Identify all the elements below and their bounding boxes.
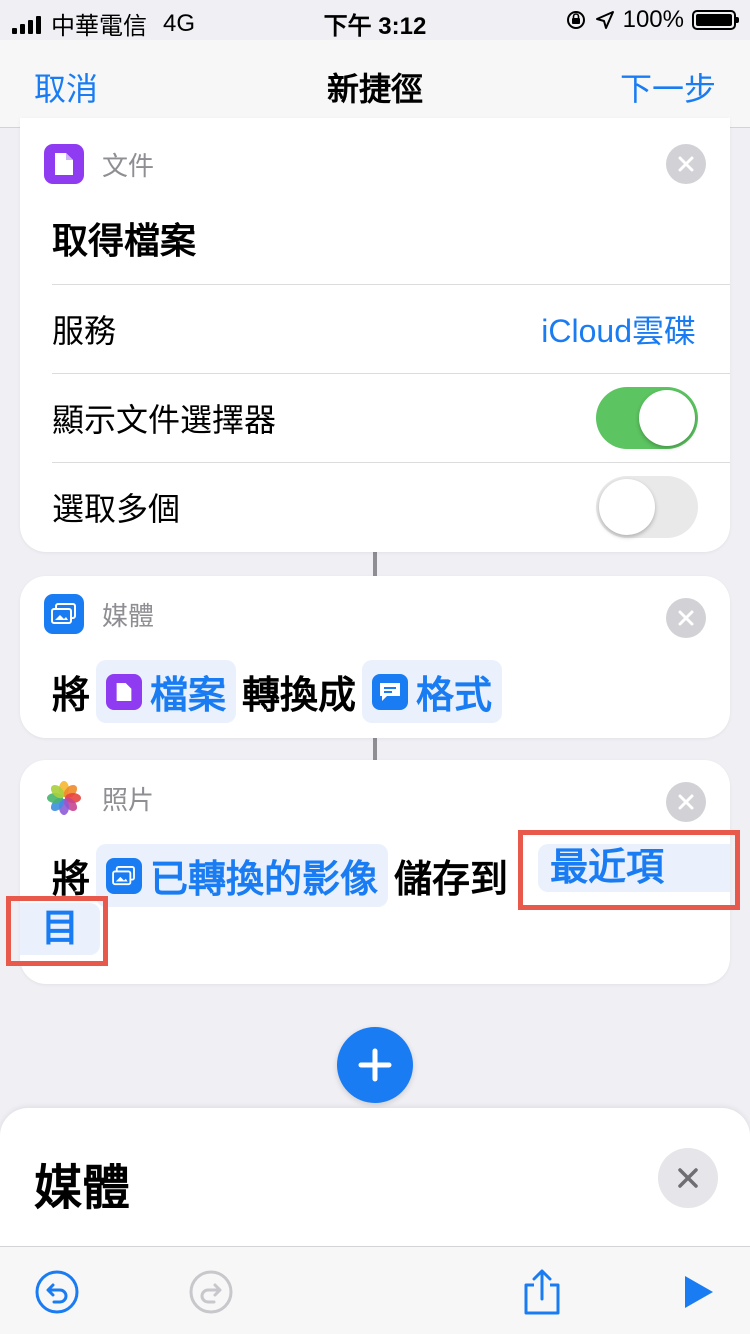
bottom-toolbar bbox=[0, 1246, 750, 1334]
next-button[interactable]: 下一步 bbox=[620, 64, 716, 110]
redo-icon bbox=[189, 1270, 233, 1314]
action-title: 取得檔案 bbox=[52, 220, 197, 261]
service-value[interactable]: iCloud雲碟 bbox=[541, 306, 696, 352]
show-document-picker-toggle[interactable] bbox=[596, 387, 698, 449]
select-multiple-row: 選取多個 bbox=[52, 462, 730, 551]
speech-bubble-icon bbox=[372, 673, 409, 710]
location-icon bbox=[595, 11, 614, 29]
battery-percent: 100% bbox=[622, 6, 684, 33]
media-icon bbox=[44, 594, 84, 634]
rotation-lock-icon bbox=[566, 11, 585, 29]
service-row[interactable]: 服務 iCloud雲碟 bbox=[52, 284, 730, 373]
media-icon bbox=[106, 857, 143, 894]
action-category: 文件 bbox=[102, 150, 155, 181]
share-button[interactable] bbox=[517, 1267, 567, 1317]
action-sentence: 將 檔案 轉換成 格式 bbox=[52, 660, 508, 723]
document-icon bbox=[106, 673, 143, 710]
sentence-text: 轉換成 bbox=[242, 675, 357, 717]
plus-icon bbox=[358, 1048, 392, 1082]
highlight-box bbox=[6, 896, 108, 966]
token-label: 格式 bbox=[416, 675, 493, 717]
run-button[interactable] bbox=[672, 1267, 722, 1317]
show-document-picker-row: 顯示文件選擇器 bbox=[52, 373, 730, 462]
undo-icon bbox=[35, 1270, 79, 1314]
redo-button[interactable] bbox=[186, 1267, 236, 1317]
action-card-get-file[interactable]: 文件 取得檔案 服務 iCloud雲碟 顯示文件選擇器 選取多個 bbox=[20, 118, 730, 552]
action-search-sheet[interactable]: 媒體 bbox=[0, 1108, 750, 1248]
variable-token-converted-image[interactable]: 已轉換的影像 bbox=[96, 844, 389, 907]
action-card-convert-image[interactable]: 媒體 將 檔案 轉換成 格式 bbox=[20, 576, 730, 738]
close-icon bbox=[678, 156, 694, 172]
add-action-button[interactable] bbox=[337, 1027, 413, 1103]
variable-token-file[interactable]: 檔案 bbox=[96, 660, 237, 723]
action-connector bbox=[373, 738, 377, 760]
show-document-picker-label: 顯示文件選擇器 bbox=[52, 402, 277, 438]
sentence-text: 將 bbox=[52, 675, 91, 717]
close-icon bbox=[678, 794, 694, 810]
select-multiple-label: 選取多個 bbox=[52, 491, 181, 527]
token-label: 檔案 bbox=[150, 675, 227, 717]
battery-icon bbox=[692, 10, 739, 30]
service-label: 服務 bbox=[52, 313, 117, 349]
share-icon bbox=[524, 1269, 560, 1315]
action-category: 媒體 bbox=[102, 600, 155, 631]
undo-button[interactable] bbox=[32, 1267, 82, 1317]
sentence-text: 儲存到 bbox=[394, 859, 509, 901]
remove-action-button[interactable] bbox=[666, 598, 706, 638]
action-connector bbox=[373, 552, 377, 576]
close-sheet-button[interactable] bbox=[658, 1148, 718, 1208]
sentence-text: 將 bbox=[52, 859, 91, 901]
play-icon bbox=[685, 1276, 713, 1308]
format-parameter[interactable]: 格式 bbox=[362, 660, 503, 723]
photos-icon bbox=[44, 778, 84, 818]
action-sentence: 將 已轉換的影像 儲存到 bbox=[52, 844, 508, 907]
highlight-box bbox=[518, 830, 740, 910]
remove-action-button[interactable] bbox=[666, 782, 706, 822]
remove-action-button[interactable] bbox=[666, 144, 706, 184]
navigation-bar: 取消 新捷徑 下一步 bbox=[0, 40, 750, 128]
token-label: 已轉換的影像 bbox=[150, 859, 379, 901]
close-icon bbox=[678, 1168, 698, 1188]
status-bar: 中華電信 4G 下午 3:12 100% bbox=[0, 0, 750, 40]
sheet-title: 媒體 bbox=[34, 1162, 131, 1215]
action-category: 照片 bbox=[102, 784, 155, 815]
close-icon bbox=[678, 610, 694, 626]
select-multiple-toggle[interactable] bbox=[596, 476, 698, 538]
document-icon bbox=[44, 144, 84, 184]
